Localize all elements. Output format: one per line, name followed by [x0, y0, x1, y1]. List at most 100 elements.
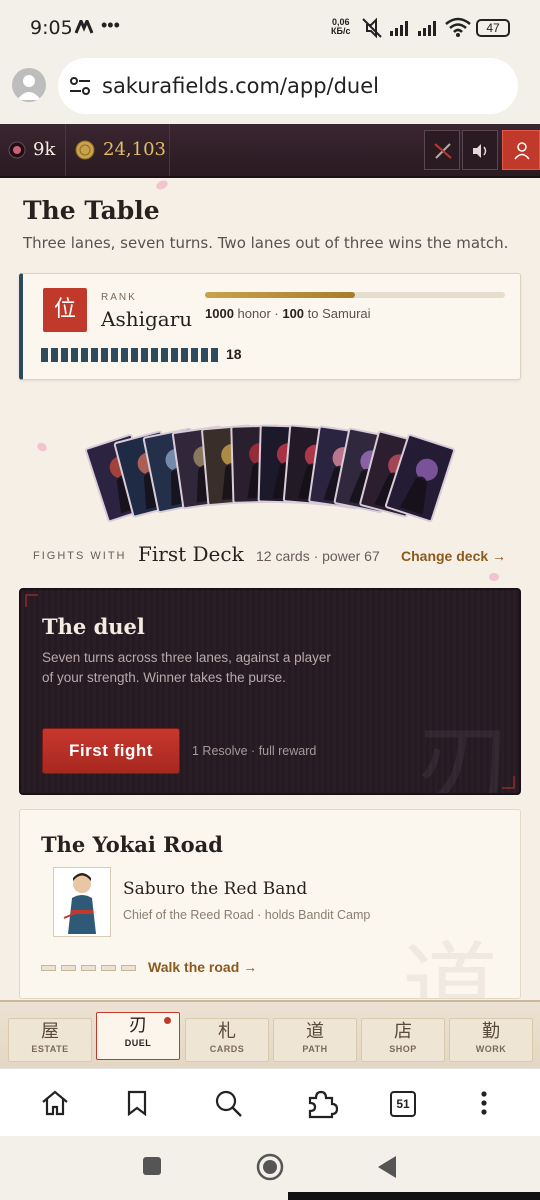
honor-progress-bar: [205, 292, 505, 298]
tabs-count-button[interactable]: 51: [390, 1091, 416, 1117]
wifi-icon: [445, 17, 471, 37]
site-settings-icon[interactable]: [68, 76, 92, 96]
more-menu-icon[interactable]: [478, 1089, 490, 1119]
corner-ornament: [25, 594, 38, 607]
deck-fan[interactable]: [80, 418, 460, 538]
rank-name: Ashigaru: [101, 307, 193, 331]
resolve-segment: [101, 348, 108, 362]
road-pip: [101, 965, 116, 971]
status-time: 9:05: [30, 17, 73, 39]
resolve-segment: [141, 348, 148, 362]
duel-page: The Table Three lanes, seven turns. Two …: [0, 178, 540, 1000]
user-icon: [514, 142, 530, 160]
page-title: The Table: [23, 196, 160, 225]
resolve-segment: [181, 348, 188, 362]
nav-duel[interactable]: 刃 DUEL: [96, 1012, 180, 1060]
rank-card: 位 RANK Ashigaru 1000 honor · 100 to Samu…: [19, 273, 521, 380]
boss-subtitle: Chief of the Reed Road · holds Bandit Ca…: [123, 908, 371, 922]
road-title: The Yokai Road: [41, 832, 223, 857]
resolve-segment: [71, 348, 78, 362]
game-bottom-nav: 屋 ESTATE 刃 DUEL 札 CARDS 道 PATH 店 SHOP 勤 WORK: [0, 1000, 540, 1068]
resolve-segment: [161, 348, 168, 362]
nav-path[interactable]: 道 PATH: [273, 1018, 357, 1062]
petal-decoration-3: [489, 573, 499, 581]
deck-name: First Deck: [138, 542, 244, 566]
deck-meta: 12 cards · power 67: [256, 548, 380, 564]
rank-badge: 位: [43, 288, 87, 332]
road-pip: [41, 965, 56, 971]
duel-watermark: 刃: [416, 712, 512, 795]
person-icon: [17, 75, 41, 100]
resolve-segment: [211, 348, 218, 362]
profile-avatar[interactable]: [12, 68, 46, 102]
gem-icon: [8, 141, 26, 159]
back-icon[interactable]: [374, 1154, 398, 1180]
yokai-road-card: 道 The Yokai Road Saburo the Red Band Chi…: [19, 809, 521, 999]
resolve-segment: [51, 348, 58, 362]
music-off-button[interactable]: [424, 130, 460, 170]
coins-counter[interactable]: 24,103: [66, 124, 170, 176]
resolve-segment: [91, 348, 98, 362]
road-watermark: 道: [402, 932, 498, 999]
fight-cost: 1 Resolve · full reward: [192, 744, 317, 758]
boss-name: Saburo the Red Band: [123, 879, 308, 899]
resolve-segment: [121, 348, 128, 362]
search-icon[interactable]: [214, 1089, 244, 1119]
resolve-segment: [131, 348, 138, 362]
rank-label: RANK: [101, 292, 137, 303]
url-text: sakurafields.com/app/duel: [102, 74, 379, 98]
home-nav-icon[interactable]: [255, 1152, 285, 1182]
samurai-portrait-icon: [63, 873, 96, 934]
resolve-segment: [81, 348, 88, 362]
signal-icon-1: [390, 21, 408, 36]
fights-with-label: FIGHTS WITH: [33, 550, 127, 562]
music-off-icon: [434, 143, 452, 159]
duel-description: Seven turns across three lanes, against …: [42, 650, 331, 685]
sound-button[interactable]: [462, 130, 498, 170]
resolve-segment: [41, 348, 48, 362]
gesture-handle: [288, 1192, 540, 1200]
walk-road-link[interactable]: Walk the road →: [148, 959, 257, 975]
notification-dot: [164, 1017, 171, 1024]
first-fight-button[interactable]: First fight: [42, 728, 180, 774]
battery-indicator: 47: [476, 19, 510, 37]
boss-portrait: [53, 867, 111, 937]
game-top-bar: 9k 24,103: [0, 124, 540, 178]
petal-decoration: [156, 180, 168, 190]
account-button[interactable]: [502, 130, 540, 170]
recents-icon[interactable]: [141, 1155, 163, 1177]
net-speed: 0,06 КБ/с: [331, 17, 351, 36]
petal-decoration-2: [37, 442, 47, 452]
gems-counter[interactable]: 9k: [0, 124, 66, 176]
nav-cards[interactable]: 札 CARDS: [185, 1018, 269, 1062]
home-icon[interactable]: [40, 1089, 70, 1117]
resolve-count: 18: [226, 346, 242, 362]
app-notification-icon: [74, 20, 94, 34]
browser-toolbar: 51: [0, 1068, 540, 1136]
road-pip: [81, 965, 96, 971]
system-nav-bar: [0, 1136, 540, 1200]
coin-icon: [75, 140, 95, 160]
resolve-segment: [61, 348, 68, 362]
nav-shop[interactable]: 店 SHOP: [361, 1018, 445, 1062]
speaker-icon: [473, 144, 487, 158]
change-deck-link[interactable]: Change deck →: [401, 548, 506, 564]
road-pip: [121, 965, 136, 971]
nav-estate[interactable]: 屋 ESTATE: [8, 1018, 92, 1062]
resolve-segment: [191, 348, 198, 362]
bookmark-icon[interactable]: [124, 1089, 150, 1117]
resolve-segment: [171, 348, 178, 362]
nav-work[interactable]: 勤 WORK: [449, 1018, 533, 1062]
road-pip: [61, 965, 76, 971]
url-field[interactable]: sakurafields.com/app/duel: [58, 58, 518, 114]
status-bar: 9:05 ••• 0,06 КБ/с 47: [0, 0, 540, 56]
extensions-icon[interactable]: [306, 1089, 338, 1119]
duel-card: 刃 The duel Seven turns across three lane…: [19, 588, 521, 795]
signal-icon-2: [418, 21, 436, 36]
page-subtitle: Three lanes, seven turns. Two lanes out …: [23, 234, 509, 252]
honor-text: 1000 honor · 100 to Samurai: [205, 306, 371, 321]
duel-title: The duel: [42, 614, 145, 639]
more-notifications-icon: •••: [101, 15, 120, 35]
resolve-segment: [111, 348, 118, 362]
honor-progress-fill: [205, 292, 355, 298]
